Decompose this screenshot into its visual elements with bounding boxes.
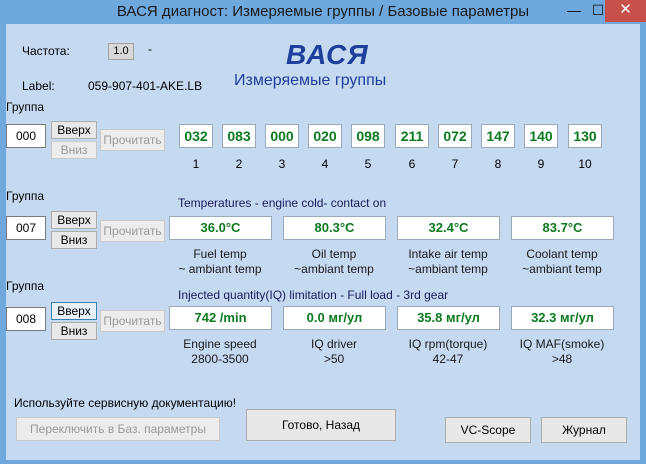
group2-caption-1: Fuel temp (193, 247, 247, 261)
minimize-button[interactable]: — (561, 0, 587, 22)
group-2-up-button[interactable]: Вверх (51, 211, 97, 229)
group2-range-3: ~ambiant temp (408, 262, 488, 276)
group3-caption-1: Engine speed (183, 337, 257, 351)
raw-value-10: 130 (568, 124, 602, 148)
group3-caption-2: IQ driver (310, 337, 357, 351)
group2-value-4: 83.7°C (511, 216, 614, 240)
raw-value-9: 140 (524, 124, 558, 148)
journal-button[interactable]: Журнал (541, 417, 627, 443)
raw-value-7: 072 (438, 124, 472, 148)
raw-value-2: 083 (222, 124, 256, 148)
raw-value-8: 147 (481, 124, 515, 148)
frequency-value: 1.0 (108, 43, 134, 60)
app-name: ВАСЯ (286, 39, 369, 70)
raw-value-index-2: 2 (235, 157, 243, 171)
group-3-title: Группа (6, 279, 45, 293)
group2-value-3: 32.4°C (397, 216, 500, 240)
group3-range-2: >50 (323, 352, 345, 366)
group2-value-2: 80.3°C (283, 216, 386, 240)
raw-value-index-5: 5 (364, 157, 372, 171)
vc-scope-button[interactable]: VC-Scope (445, 417, 531, 443)
raw-value-index-8: 8 (494, 157, 502, 171)
close-button[interactable]: ✕ (605, 0, 646, 22)
group-1-down-button[interactable]: Вниз (51, 141, 97, 159)
raw-value-index-9: 9 (537, 157, 545, 171)
group3-value-2: 0.0 мг/ул (283, 306, 386, 330)
raw-value-index-6: 6 (408, 157, 416, 171)
raw-value-index-4: 4 (321, 157, 329, 171)
group-3-read-button[interactable]: Прочитать (100, 310, 165, 332)
raw-value-1: 032 (179, 124, 213, 148)
dialog-client-area: Частота: 1.0 - Label: 059-907-401-AKE.LB… (6, 24, 640, 460)
group-2-title: Группа (6, 189, 45, 203)
label-value: 059-907-401-AKE.LB (88, 79, 203, 93)
group3-value-4: 32.3 мг/ул (511, 306, 614, 330)
group3-range-4: >48 (551, 352, 573, 366)
group3-caption-4: IQ MAF(smoke) (519, 337, 605, 351)
group-1-up-button[interactable]: Вверх (51, 121, 97, 139)
raw-value-index-7: 7 (451, 157, 459, 171)
group-2-read-button[interactable]: Прочитать (100, 220, 165, 242)
frequency-label: Частота: (22, 44, 70, 58)
done-back-button[interactable]: Готово, Назад (246, 409, 396, 441)
group-3-header: Injected quantity(IQ) limitation - Full … (178, 288, 449, 302)
group2-range-2: ~ambiant temp (294, 262, 374, 276)
page-subtitle: Измеряемые группы (234, 72, 387, 89)
group-1-title: Группа (6, 100, 45, 114)
group3-range-3: 42-47 (432, 352, 464, 366)
group-2-down-button[interactable]: Вниз (51, 231, 97, 249)
raw-value-4: 020 (308, 124, 342, 148)
group3-value-3: 35.8 мг/ул (397, 306, 500, 330)
group2-caption-3: Intake air temp (408, 247, 488, 261)
raw-value-index-3: 3 (278, 157, 286, 171)
group2-caption-2: Oil temp (311, 247, 357, 261)
raw-value-index-10: 10 (578, 157, 592, 171)
group-2-number-field[interactable]: 007 (6, 216, 46, 240)
group2-caption-4: Coolant temp (526, 247, 598, 261)
group-3-up-button[interactable]: Вверх (51, 302, 97, 320)
group2-value-1: 36.0°C (169, 216, 272, 240)
title-bar: ВАСЯ диагност: Измеряемые группы / Базов… (0, 0, 646, 24)
window-title: ВАСЯ диагност: Измеряемые группы / Базов… (116, 3, 530, 20)
group2-range-4: ~ambiant temp (522, 262, 602, 276)
service-note: Используйте сервисную документацию! (14, 396, 237, 410)
group3-value-1: 742 /min (169, 306, 272, 330)
group-2-header: Temperatures - engine cold- contact on (178, 196, 387, 210)
group2-range-1: ~ ambiant temp (178, 262, 262, 276)
frequency-dash: - (148, 42, 152, 56)
label-label: Label: (22, 79, 55, 93)
group3-caption-3: IQ rpm(torque) (408, 337, 488, 351)
group-1-read-button[interactable]: Прочитать (100, 129, 165, 151)
raw-value-3: 000 (265, 124, 299, 148)
switch-basic-params-button[interactable]: Переключить в Баз. параметры (16, 417, 220, 441)
group3-range-1: 2800-3500 (191, 352, 249, 366)
group-3-down-button[interactable]: Вниз (51, 322, 97, 340)
group-3-number-field[interactable]: 008 (6, 307, 46, 331)
raw-value-6: 211 (395, 124, 429, 148)
group-1-number-field[interactable]: 000 (6, 124, 46, 148)
raw-value-index-1: 1 (192, 157, 200, 171)
raw-value-5: 098 (351, 124, 385, 148)
